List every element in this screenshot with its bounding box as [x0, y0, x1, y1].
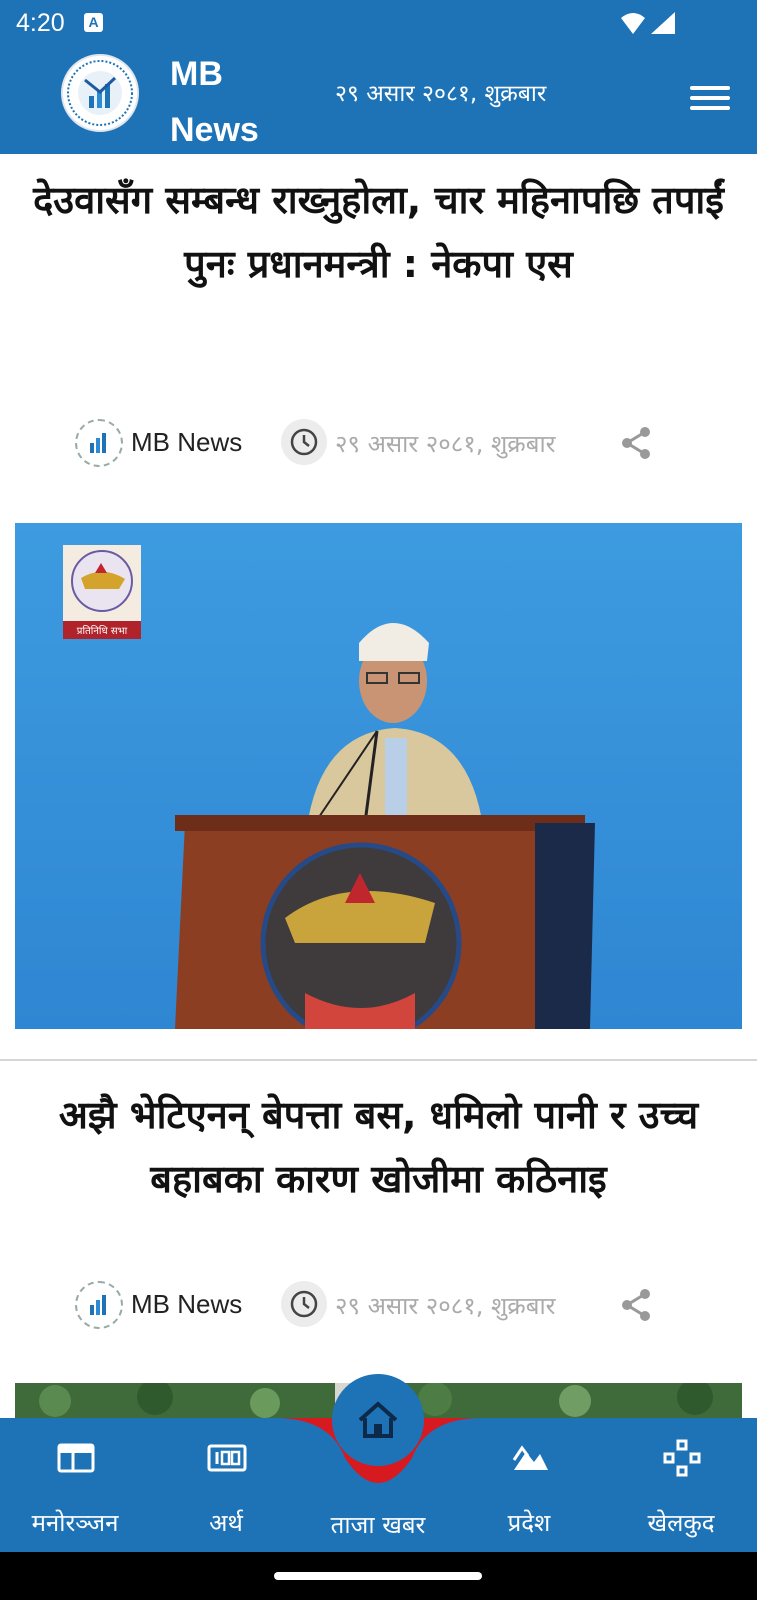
article-card[interactable]: अझै भेटिएनन् बेपत्ता बस, धमिलो पानी र उच… — [0, 1061, 757, 1418]
system-gesture-bar — [0, 1552, 757, 1600]
app-title: MB News — [170, 46, 259, 158]
article-title[interactable]: देउवासँग सम्बन्ध राख्नुहोला, चार महिनापछ… — [20, 168, 737, 296]
clock-icon — [281, 1281, 327, 1327]
home-icon — [358, 1401, 398, 1438]
logo-icon — [67, 60, 133, 126]
author-name: MB News — [131, 1289, 243, 1319]
share-icon[interactable] — [618, 1287, 654, 1323]
author-name: MB News — [131, 427, 243, 457]
author-avatar — [75, 1281, 123, 1329]
home-fab-button[interactable] — [332, 1374, 424, 1466]
sports-icon — [663, 1439, 701, 1477]
article-card[interactable]: देउवासँग सम्बन्ध राख्नुहोला, चार महिनापछ… — [0, 154, 757, 1059]
nav-label: प्रदेश — [507, 1509, 551, 1537]
author-avatar — [75, 419, 123, 467]
author-logo-icon — [90, 1295, 106, 1315]
header-date: २९ असार २०८१, शुक्रबार — [335, 81, 547, 107]
author-logo-icon — [90, 433, 106, 453]
status-bar: 4:20 A — [0, 0, 757, 46]
notification-icon: A — [84, 13, 103, 32]
image-overlay-label: प्रतिनिधि सभा — [77, 625, 128, 637]
app-title-line2: News — [170, 111, 259, 149]
nav-item-sports[interactable]: खेलकुद — [606, 1418, 756, 1552]
entertainment-icon — [57, 1443, 95, 1473]
wifi-signal-icon — [621, 12, 675, 34]
nav-label: खेलकुद — [647, 1509, 715, 1537]
article-image[interactable]: प्रतिनिधि सभा — [15, 523, 742, 1029]
parliament-speaker-image: प्रतिनिधि सभा — [15, 523, 742, 1029]
clock-icon — [281, 419, 327, 465]
nav-label: ताजा खबर — [330, 1511, 426, 1539]
status-time: 4:20 — [16, 9, 65, 37]
article-date: २९ असार २०८१, शुक्रबार — [335, 430, 556, 458]
article-date: २९ असार २०८१, शुक्रबार — [335, 1292, 556, 1320]
nav-item-province[interactable]: प्रदेश — [454, 1418, 604, 1552]
share-icon[interactable] — [618, 425, 654, 461]
nav-label: अर्थ — [209, 1509, 243, 1537]
app-header: MB News २९ असार २०८१, शुक्रबार — [0, 46, 757, 154]
nav-label: मनोरञ्जन — [31, 1509, 119, 1537]
app-logo[interactable] — [61, 54, 139, 132]
province-icon — [512, 1445, 548, 1470]
app-title-line1: MB — [170, 55, 223, 93]
article-title[interactable]: अझै भेटिएनन् बेपत्ता बस, धमिलो पानी र उच… — [20, 1083, 737, 1211]
article-meta: MB News २९ असार २०८१, शुक्रबार — [0, 417, 757, 469]
nav-item-entertainment[interactable]: मनोरञ्जन — [0, 1418, 150, 1552]
nav-item-economy[interactable]: अर्थ — [151, 1418, 301, 1552]
gesture-handle[interactable] — [274, 1572, 482, 1580]
hamburger-icon[interactable] — [690, 86, 730, 116]
economy-icon — [207, 1444, 247, 1472]
article-meta: MB News २९ असार २०८१, शुक्रबार — [0, 1279, 757, 1331]
